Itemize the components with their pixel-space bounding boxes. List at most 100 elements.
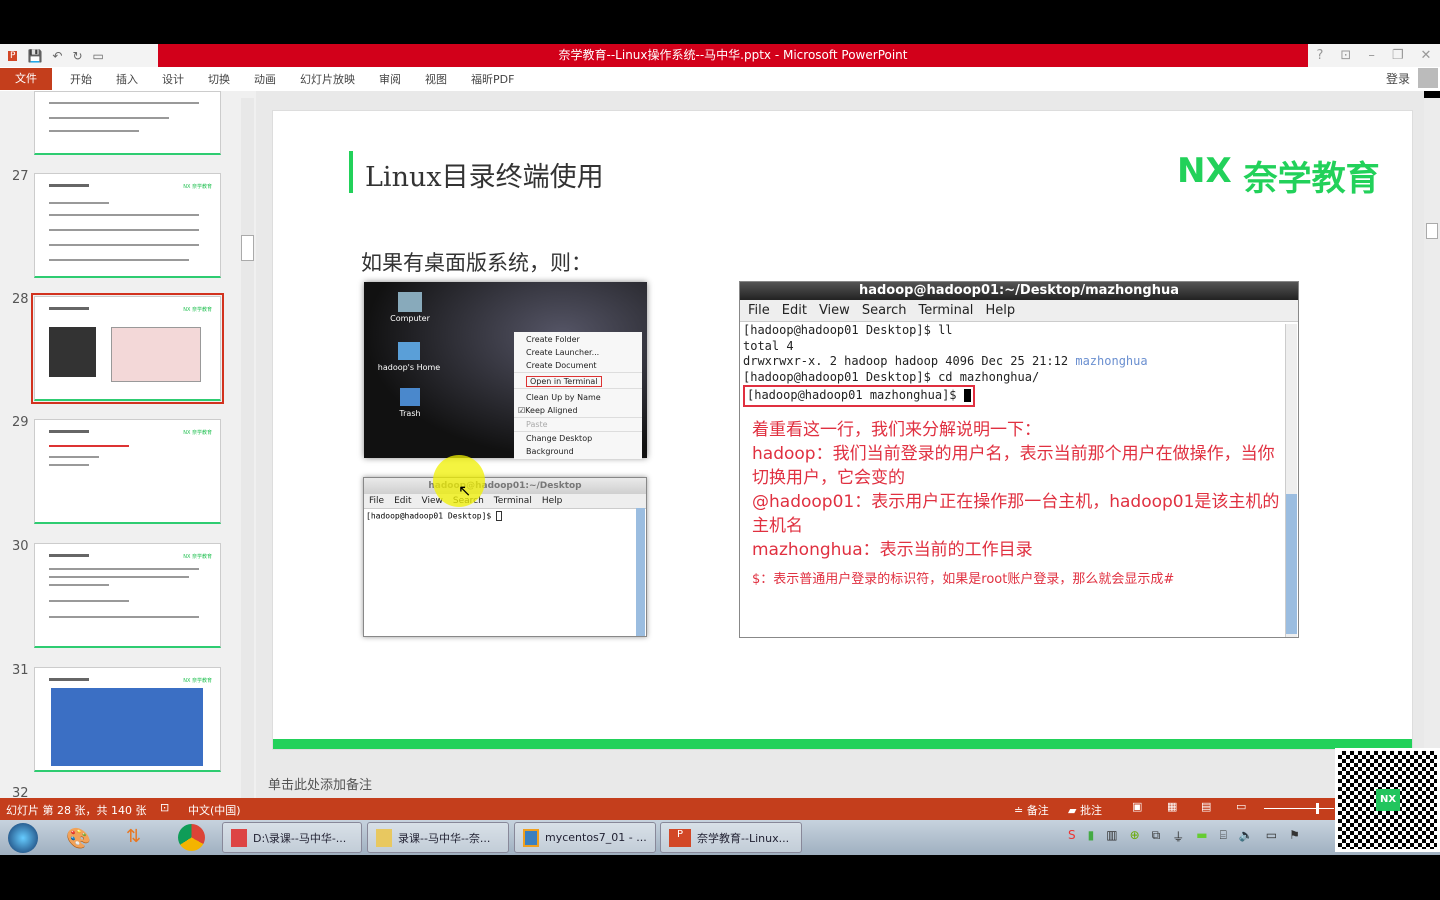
slide-subtitle: 如果有桌面版系统，则： xyxy=(361,251,592,275)
add-icon[interactable]: ⊕ xyxy=(1130,828,1140,845)
tab-design[interactable]: 设计 xyxy=(150,71,196,87)
slide-thumbnail-31[interactable]: NX 奈学教育 xyxy=(34,667,221,772)
menu-item[interactable]: Create Folder xyxy=(514,333,642,346)
avatar[interactable] xyxy=(1418,68,1438,88)
tab-animations[interactable]: 动画 xyxy=(242,71,288,87)
ribbon-display-icon[interactable]: ⊡ xyxy=(1340,48,1351,63)
notes-placeholder[interactable]: 单击此处添加备注 xyxy=(268,774,372,793)
title-bar: P 💾 ↶ ↻ ▭ 奈学教育--Linux操作系统--马中华.pptx - Mi… xyxy=(0,44,1440,67)
spellcheck-icon[interactable]: ⊡ xyxy=(160,801,169,814)
prompt: [hadoop@hadoop01 mazhonghua]$ xyxy=(747,388,964,402)
comments-button[interactable]: ▰ 批注 xyxy=(1068,802,1102,818)
redo-icon[interactable]: ↻ xyxy=(72,49,82,63)
status-bar: 幻灯片 第 28 张，共 140 张 ⊡ 中文(中国) ≐ 备注 ▰ 批注 ▣ … xyxy=(0,798,1440,820)
slide-thumbnail-30[interactable]: NX 奈学教育 xyxy=(34,543,221,648)
terminal-scrollbar[interactable] xyxy=(636,508,645,636)
slide-thumbnail-26[interactable] xyxy=(34,91,221,155)
taskbar-item[interactable]: 录课--马中华--奈... xyxy=(367,822,509,853)
normal-view-icon[interactable]: ▣ xyxy=(1132,800,1142,813)
tab-insert[interactable]: 插入 xyxy=(104,71,150,87)
logo-mark: NX xyxy=(1177,151,1232,191)
slide-footer-bar xyxy=(273,739,1412,749)
display-icon[interactable]: ▭ xyxy=(1266,828,1277,845)
start-button[interactable] xyxy=(8,823,38,853)
login-link[interactable]: 登录 xyxy=(1386,70,1410,87)
big-terminal: hadoop@hadoop01:~/Desktop/mazhonghua Fil… xyxy=(739,281,1299,638)
taskbar-item[interactable]: P 奈学教育--Linux... xyxy=(660,822,802,853)
slide-thumbnail-29[interactable]: NX 奈学教育 xyxy=(34,419,221,524)
menu-item[interactable]: Clean Up by Name xyxy=(514,391,642,404)
slide-thumbnail-28[interactable]: NX 奈学教育 xyxy=(31,293,224,404)
powerpoint-icon: P xyxy=(8,50,18,61)
terminal-title: hadoop@hadoop01:~/Desktop xyxy=(364,478,646,494)
taskbar: 🎨 ⇅ D:\录课--马中华-... 录课--马中华--奈... mycento… xyxy=(0,820,1440,855)
logo-text: 奈学教育 xyxy=(1243,159,1380,199)
paint-icon[interactable]: 🎨 xyxy=(66,826,91,850)
slide-sorter-icon[interactable]: ▦ xyxy=(1167,800,1177,813)
power-icon[interactable]: ⌸ xyxy=(1220,828,1227,845)
annotation: 着重看这一行，我们来分解说明一下： hadoop：我们当前登录的用户名，表示当前… xyxy=(752,419,1280,587)
taskbar-item[interactable]: mycentos7_01 - ... xyxy=(514,822,656,853)
usb-icon[interactable]: ⏚ xyxy=(1172,828,1184,845)
close-icon[interactable]: ✕ xyxy=(1421,48,1432,63)
slide-title: Linux目录终端使用 xyxy=(365,162,604,193)
minimize-icon[interactable]: – xyxy=(1368,48,1375,63)
tab-file[interactable]: 文件 xyxy=(0,68,52,90)
volume-icon[interactable]: 🔈 xyxy=(1239,828,1254,845)
title-accent-bar xyxy=(349,151,353,193)
terminal-output: [hadoop@hadoop01 Desktop]$ ll total 4 dr… xyxy=(740,322,1298,408)
save-icon[interactable]: 💾 xyxy=(27,49,42,63)
presentation-icon[interactable]: ▭ xyxy=(93,49,104,63)
network-icon[interactable]: ⧉ xyxy=(1152,828,1161,845)
chrome-icon[interactable] xyxy=(178,824,205,851)
undo-icon[interactable]: ↶ xyxy=(52,49,62,63)
reading-view-icon[interactable]: ▤ xyxy=(1201,800,1211,813)
slide-number: 27 xyxy=(12,169,29,184)
zoom-slider[interactable] xyxy=(1264,803,1334,814)
tab-view[interactable]: 视图 xyxy=(413,71,459,87)
slide-number: 30 xyxy=(12,539,29,554)
mouse-cursor-icon: ↖ xyxy=(458,481,472,500)
computer-icon: Computer xyxy=(390,292,430,323)
terminal-scrollbar[interactable] xyxy=(1285,324,1297,637)
flag-icon[interactable]: ⚑ xyxy=(1289,828,1300,845)
language-indicator[interactable]: 中文(中国) xyxy=(188,802,241,818)
system-tray: S ▮ ▥ ⊕ ⧉ ⏚ ▬ ⌸ 🔈 ▭ ⚑ xyxy=(1068,828,1300,845)
terminal-menu: FileEditViewSearchTerminalHelp xyxy=(740,300,1298,322)
nvidia-icon[interactable]: ▬ xyxy=(1196,828,1207,845)
menu-item[interactable]: Change Desktop Background xyxy=(514,432,642,458)
slide-thumbnail-27[interactable]: NX 奈学教育 xyxy=(34,173,221,278)
tab-transitions[interactable]: 切换 xyxy=(196,71,242,87)
desktop-screenshot: Computer hadoop's Home Trash Create Fold… xyxy=(364,282,647,459)
main-scrollbar[interactable] xyxy=(1424,98,1440,798)
battery-icon[interactable]: ▮ xyxy=(1088,828,1095,845)
tab-slideshow[interactable]: 幻灯片放映 xyxy=(288,71,367,87)
sync-icon[interactable]: ⇅ xyxy=(126,826,141,847)
small-terminal: hadoop@hadoop01:~/Desktop FileEditViewSe… xyxy=(363,477,647,637)
window-title: 奈学教育--Linux操作系统--马中华.pptx - Microsoft Po… xyxy=(158,44,1308,67)
slideshow-icon[interactable]: ▭ xyxy=(1236,800,1246,813)
help-icon[interactable]: ? xyxy=(1317,48,1324,63)
menu-item[interactable]: Keep Aligned xyxy=(525,406,577,415)
film-icon[interactable]: ▥ xyxy=(1106,828,1117,845)
menu-item[interactable]: Create Launcher... xyxy=(514,346,642,359)
tab-foxit-pdf[interactable]: 福昕PDF xyxy=(459,71,526,87)
thumbnail-scrollbar[interactable] xyxy=(241,98,254,798)
tab-home[interactable]: 开始 xyxy=(58,71,104,87)
terminal-menu: FileEditViewSearchTerminalHelp xyxy=(364,494,646,509)
menu-item: Paste xyxy=(514,418,642,432)
qr-code: NX xyxy=(1335,748,1440,852)
notes-button[interactable]: ≐ 备注 xyxy=(1014,802,1049,818)
sogou-icon[interactable]: S xyxy=(1068,828,1076,845)
menu-item[interactable]: Create Document xyxy=(514,359,642,373)
terminal-line: [hadoop@hadoop01 Desktop]$ xyxy=(364,509,646,523)
taskbar-item[interactable]: D:\录课--马中华-... xyxy=(222,822,362,853)
home-folder-icon: hadoop's Home xyxy=(374,342,444,372)
restore-icon[interactable]: ❐ xyxy=(1392,48,1404,63)
tab-review[interactable]: 审阅 xyxy=(367,71,413,87)
slide-canvas[interactable]: Linux目录终端使用 NX 奈学教育 如果有桌面版系统，则： Computer … xyxy=(272,110,1413,750)
vmware-icon xyxy=(523,828,539,847)
trash-icon: Trash xyxy=(390,388,430,418)
slide-number: 29 xyxy=(12,415,29,430)
menu-item-open-terminal[interactable]: Open in Terminal xyxy=(526,376,602,387)
